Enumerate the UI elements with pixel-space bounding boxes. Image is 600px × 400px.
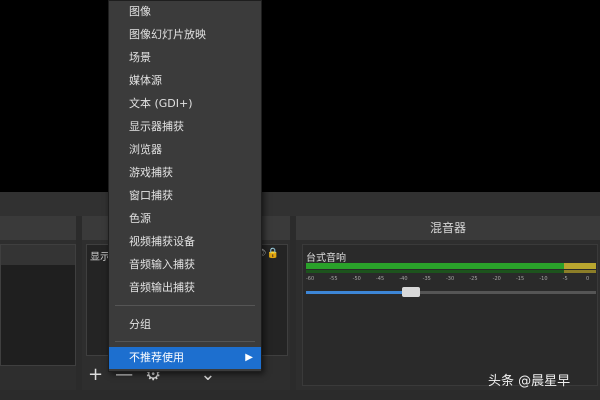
menu-item-deprecated[interactable]: 不推荐使用 ▶	[109, 347, 261, 369]
meter-scale-label: -25	[469, 276, 478, 282]
meter-green	[306, 263, 564, 269]
menu-item-display-capture[interactable]: 显示器捕获	[109, 116, 261, 138]
preview-canvas	[0, 0, 600, 192]
menu-separator	[115, 341, 255, 342]
volume-slider-handle[interactable]	[401, 287, 420, 297]
meter-yellow	[564, 263, 596, 269]
menu-item-browser[interactable]: 浏览器	[109, 139, 261, 161]
volume-meter	[306, 263, 596, 269]
meter-scale-label: -30	[446, 276, 455, 282]
menu-item-text-gdi[interactable]: 文本 (GDI+)	[109, 93, 261, 115]
source-item[interactable]: 显示	[90, 248, 110, 263]
submenu-arrow-icon: ▶	[245, 352, 253, 363]
menu-item-group[interactable]: 分组	[109, 314, 261, 336]
menu-item-game-capture[interactable]: 游戏捕获	[109, 162, 261, 184]
watermark: 头条 @晨星早	[488, 374, 571, 389]
meter-scale-label: -45	[376, 276, 385, 282]
menu-item-image-slideshow[interactable]: 图像幻灯片放映	[109, 24, 261, 46]
menu-separator	[115, 305, 255, 306]
menu-item-media-source[interactable]: 媒体源	[109, 70, 261, 92]
add-icon[interactable]: +	[88, 364, 103, 385]
menu-item-scene[interactable]: 场景	[109, 47, 261, 69]
menu-item-audio-input-capture[interactable]: 音频输入捕获	[109, 254, 261, 276]
meter-scale-label: 0	[586, 276, 590, 282]
scenes-header	[0, 216, 76, 240]
menu-item-deprecated-label: 不推荐使用	[129, 351, 184, 364]
volume-meter-secondary	[306, 270, 596, 273]
meter-scale-label: -55	[329, 276, 338, 282]
mixer-header: 混音器	[296, 216, 600, 240]
meter2-yellow	[564, 270, 596, 273]
mixer-title: 混音器	[429, 221, 466, 235]
scenes-list[interactable]	[0, 244, 76, 366]
menu-item-video-capture-device[interactable]: 视频捕获设备	[109, 231, 261, 253]
meter-scale: -60 -55 -50 -45 -40 -35 -30 -25 -20 -15 -10 -5 0	[306, 276, 596, 284]
add-source-menu: 图像 图像幻灯片放映 场景 媒体源 文本 (GDI+) 显示器捕获 浏览器 游戏…	[108, 0, 262, 372]
menu-item-color-source[interactable]: 色源	[109, 208, 261, 230]
meter-scale-label: -5	[562, 276, 568, 282]
meter-scale-label: -15	[516, 276, 525, 282]
menu-item-image[interactable]: 图像	[109, 1, 261, 23]
volume-slider-fill	[306, 291, 408, 294]
meter-scale-label: -20	[492, 276, 501, 282]
meter-scale-label: -40	[399, 276, 408, 282]
dock-divider	[0, 192, 600, 216]
mixer-track-label: 台式音响	[306, 253, 346, 264]
scene-row[interactable]	[1, 245, 75, 265]
meter-scale-label: -10	[539, 276, 548, 282]
menu-item-window-capture[interactable]: 窗口捕获	[109, 185, 261, 207]
menu-item-audio-output-capture[interactable]: 音频输出捕获	[109, 277, 261, 299]
meter-scale-label: -50	[352, 276, 361, 282]
meter-scale-label: -35	[422, 276, 431, 282]
meter-scale-label: -60	[306, 276, 315, 282]
